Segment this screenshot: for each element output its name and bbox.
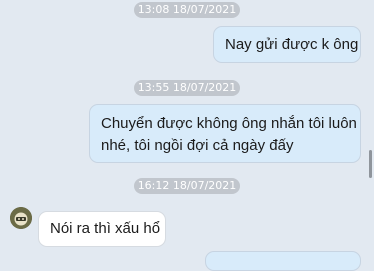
scrollbar-thumb[interactable]: [369, 150, 372, 178]
message-text-line-2: nhé, tôi ngồi đợi cả ngày đấy: [101, 137, 294, 154]
outgoing-message-bubble-partial[interactable]: [205, 251, 361, 271]
message-text-line-1: Chuyển được không ông nhắn tôi luôn: [101, 115, 357, 132]
outgoing-message-bubble[interactable]: Nay gửi được k ông: [213, 26, 361, 63]
message-text: Nay gửi được k ông: [225, 36, 359, 53]
timestamp-badge: 16:12 18/07/2021: [134, 178, 240, 194]
timestamp-badge: 13:08 18/07/2021: [134, 2, 240, 18]
sender-avatar-icon[interactable]: [10, 207, 32, 229]
message-text: Nói ra thì xấu hổ: [50, 220, 161, 237]
incoming-message-bubble[interactable]: Nói ra thì xấu hổ: [38, 211, 166, 247]
avatar-image: [10, 207, 32, 229]
outgoing-message-bubble[interactable]: Chuyển được không ông nhắn tôi luôn nhé,…: [89, 104, 361, 163]
timestamp-badge: 13:55 18/07/2021: [134, 80, 240, 96]
